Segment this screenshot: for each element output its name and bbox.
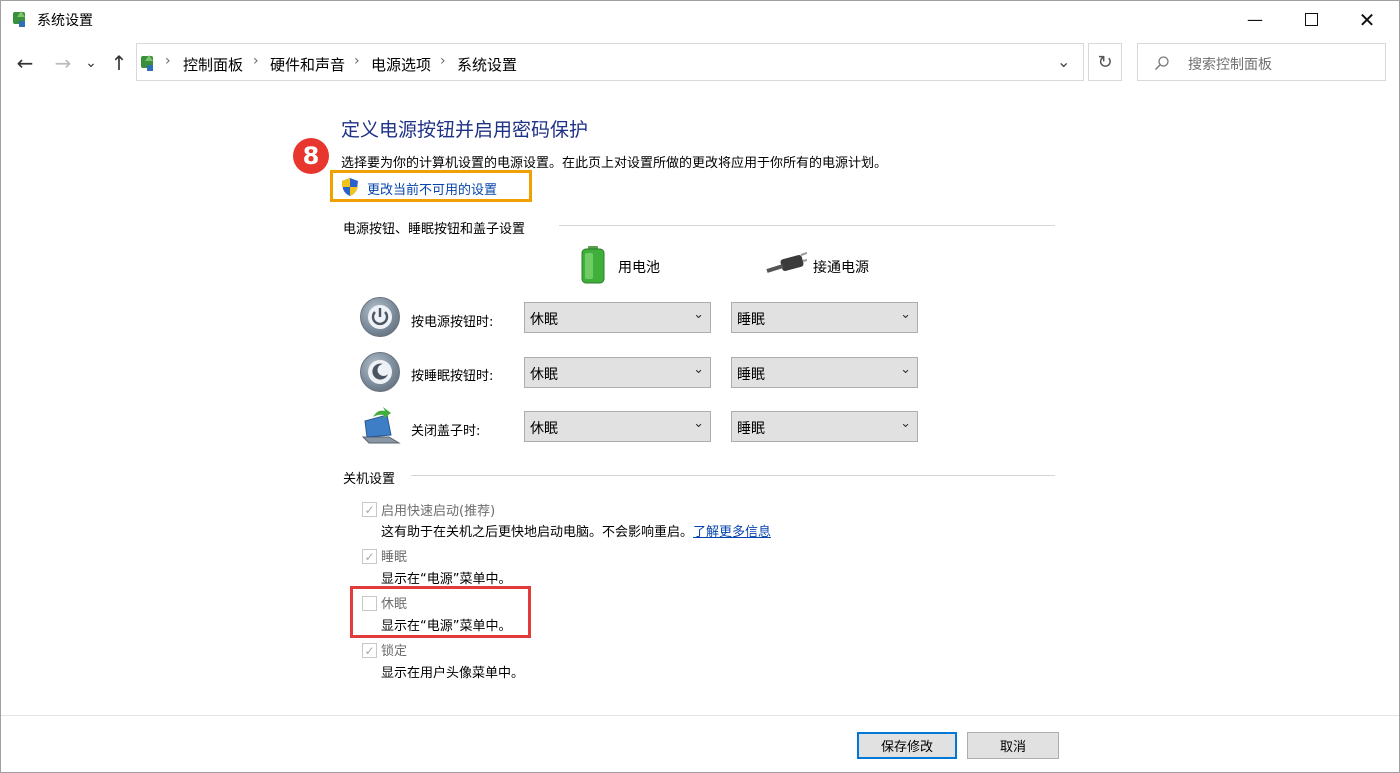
step-badge: 8 [293,138,329,174]
back-arrow-icon: ← [16,51,34,75]
breadcrumb-hardware-sound[interactable]: 硬件和声音 [270,54,345,75]
sleep-button-battery-select[interactable]: 休眠 ⌄ [524,357,711,388]
select-value: 睡眠 [737,367,765,383]
section-divider [559,225,1055,226]
chevron-down-icon: ⌄ [85,55,97,71]
fast-startup-desc-text: 这有助于在关机之后更快地启动电脑。不会影响重启。 [381,525,694,540]
plugged-in-column-header: 接通电源 [813,260,869,276]
search-icon [1155,56,1169,70]
uac-shield-icon [342,178,358,196]
checkmark-icon: ✓ [364,643,375,658]
select-value: 睡眠 [737,421,765,437]
power-buttons-section-title: 电源按钮、睡眠按钮和盖子设置 [343,222,526,237]
refresh-button[interactable]: ↻ [1088,43,1122,81]
power-button-plugged-select[interactable]: 睡眠 ⌄ [731,302,918,333]
learn-more-link[interactable]: 了解更多信息 [693,525,771,540]
fast-startup-description: 这有助于在关机之后更快地启动电脑。不会影响重启。了解更多信息 [381,521,771,540]
minimize-button[interactable]: — [1227,1,1283,38]
address-dropdown-icon[interactable]: ⌄ [1057,52,1070,71]
chevron-down-icon: ⌄ [693,416,704,431]
address-bar[interactable]: › 控制面板 › 硬件和声音 › 电源选项 › 系统设置 ⌄ [136,43,1084,81]
breadcrumb-separator-icon: › [440,53,446,69]
lock-checkbox[interactable]: ✓ [362,643,377,658]
shutdown-section-title: 关机设置 [343,472,396,487]
up-arrow-icon: ↑ [110,51,128,75]
sleep-label: 睡眠 [381,550,408,565]
sleep-checkbox[interactable]: ✓ [362,549,377,564]
hibernate-label: 休眠 [381,597,408,612]
battery-column-header: 用电池 [618,260,660,276]
power-button-battery-select[interactable]: 休眠 ⌄ [524,302,711,333]
control-panel-icon [141,55,153,71]
chevron-down-icon: ⌄ [900,307,911,322]
select-value: 睡眠 [737,312,765,328]
select-value: 休眠 [530,421,558,437]
hibernate-checkbox[interactable] [362,596,377,611]
hibernate-description: 显示在“电源”菜单中。 [381,619,512,634]
sleep-description: 显示在“电源”菜单中。 [381,572,512,587]
window-title: 系统设置 [37,13,93,29]
checkmark-icon: ✓ [364,502,375,517]
checkmark-icon: ✓ [364,549,375,564]
select-value: 休眠 [530,367,558,383]
laptop-lid-icon [361,407,401,444]
select-value: 休眠 [530,312,558,328]
control-panel-icon [13,11,25,27]
maximize-button[interactable] [1283,1,1339,38]
breadcrumb-separator-icon: › [165,53,171,69]
breadcrumb-separator-icon: › [253,53,259,69]
chevron-down-icon: ⌄ [693,362,704,377]
page-title: 定义电源按钮并启用密码保护 [341,119,589,141]
page-description: 选择要为你的计算机设置的电源设置。在此页上对设置所做的更改将应用于你所有的电源计… [341,156,888,171]
forward-arrow-icon: → [54,51,72,75]
fast-startup-checkbox[interactable]: ✓ [362,502,377,517]
lid-close-plugged-select[interactable]: 睡眠 ⌄ [731,411,918,442]
forward-button[interactable]: → [49,49,77,77]
fast-startup-label: 启用快速启动(推荐) [381,504,496,519]
cancel-button[interactable]: 取消 [967,732,1059,759]
lid-close-battery-select[interactable]: 休眠 ⌄ [524,411,711,442]
breadcrumb-separator-icon: › [354,53,360,69]
back-button[interactable]: ← [11,49,39,77]
chevron-down-icon: ⌄ [693,307,704,322]
sleep-button-label: 按睡眠按钮时: [411,369,494,384]
breadcrumb-power-options[interactable]: 电源选项 [371,54,431,75]
system-settings-window: 系统设置 — ✕ ← → ⌄ ↑ › 控制面板 › 硬件和声音 › 电源选项 ›… [0,0,1400,773]
lock-description: 显示在用户头像菜单中。 [381,666,525,681]
maximize-icon [1304,13,1318,26]
up-button[interactable]: ↑ [105,49,133,77]
save-changes-button[interactable]: 保存修改 [857,732,957,759]
refresh-icon: ↻ [1097,51,1113,73]
change-unavailable-settings-link[interactable]: 更改当前不可用的设置 [367,179,497,198]
sleep-button-plugged-select[interactable]: 睡眠 ⌄ [731,357,918,388]
search-input[interactable]: 搜索控制面板 [1137,43,1386,81]
sleep-button-icon [360,352,400,392]
power-plug-icon [766,252,807,273]
breadcrumb-system-settings[interactable]: 系统设置 [457,54,517,75]
recent-locations-button[interactable]: ⌄ [81,49,101,77]
minimize-icon: — [1247,10,1263,29]
power-button-icon [360,297,400,337]
chevron-down-icon: ⌄ [900,416,911,431]
lid-close-label: 关闭盖子时: [411,424,481,439]
lock-label: 锁定 [381,644,408,659]
close-button[interactable]: ✕ [1339,1,1395,38]
close-icon: ✕ [1358,7,1376,32]
search-placeholder: 搜索控制面板 [1188,57,1272,73]
power-button-label: 按电源按钮时: [411,315,494,330]
section-divider [411,475,1055,476]
footer-divider [1,715,1399,716]
battery-icon [581,246,605,284]
breadcrumb-control-panel[interactable]: 控制面板 [183,54,243,75]
chevron-down-icon: ⌄ [900,362,911,377]
